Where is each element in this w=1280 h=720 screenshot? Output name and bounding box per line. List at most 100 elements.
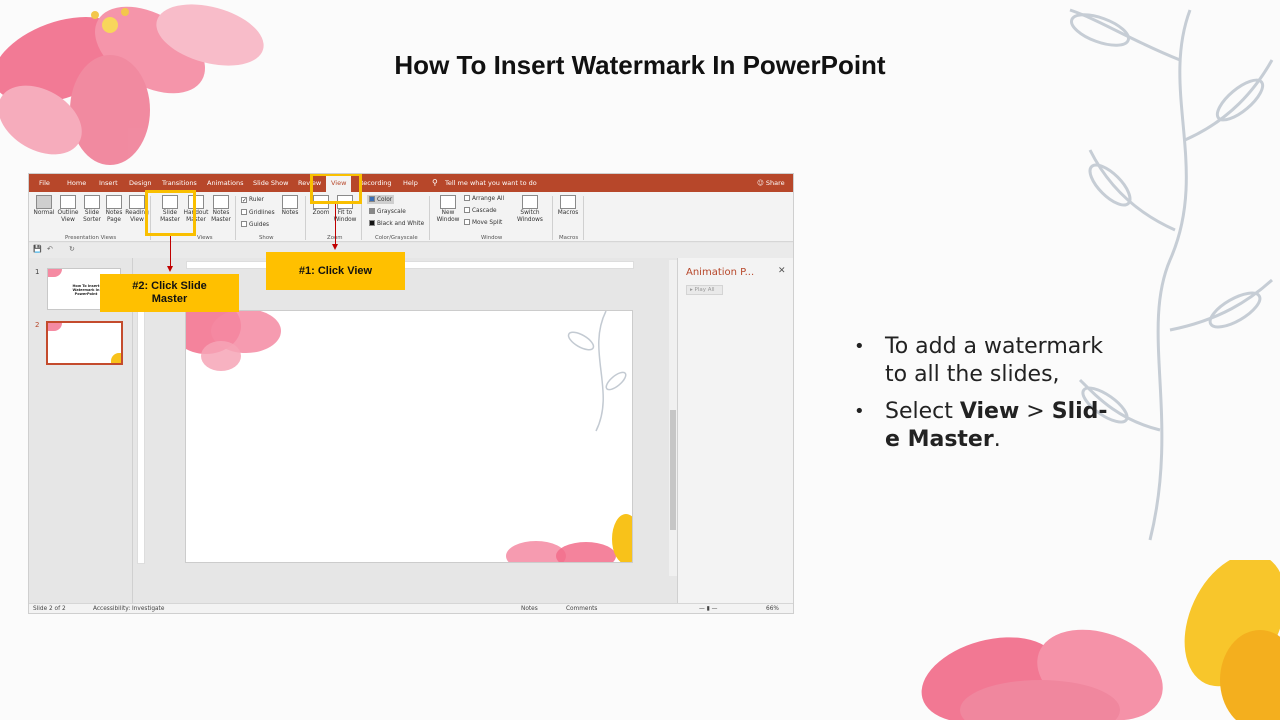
scroll-thumb[interactable] xyxy=(670,410,676,530)
zoom-level: 66% xyxy=(766,606,779,612)
close-icon[interactable]: ✕ xyxy=(778,266,786,276)
thumbnail-flower xyxy=(111,353,121,363)
macros-group-label: Macros xyxy=(559,235,579,241)
move-split-label: Move Split xyxy=(472,220,503,226)
move-split-icon xyxy=(464,219,470,225)
color-label: Color xyxy=(377,197,393,203)
cascade-label: Cascade xyxy=(472,208,497,214)
guides-checkbox[interactable]: Guides xyxy=(241,221,269,228)
tab-file[interactable]: File xyxy=(39,179,50,187)
move-split-button[interactable]: Move Split xyxy=(464,219,502,226)
instruction-bullet: • To add a watermark to all the slides, xyxy=(852,333,1112,389)
instruction-list: • To add a watermark to all the slides, … xyxy=(852,333,1112,463)
tab-animations[interactable]: Animations xyxy=(207,179,244,187)
bullet-dot: • xyxy=(854,401,865,422)
ribbon-separator xyxy=(583,196,584,240)
cascade-button[interactable]: Cascade xyxy=(464,207,497,214)
tab-help[interactable]: Help xyxy=(403,179,418,187)
ribbon-tab-bar: File Home Insert Design Transitions Anim… xyxy=(29,174,793,192)
bullet-separator: > xyxy=(1019,399,1052,424)
accessibility-status[interactable]: Accessibility: Investigate xyxy=(93,606,164,612)
bullet-bold-view: View xyxy=(959,399,1020,424)
notes-page-button[interactable]: Notes Page xyxy=(103,195,125,224)
new-window-icon xyxy=(440,195,456,209)
quick-access-toolbar: 💾 ↶ ↻ xyxy=(29,243,793,258)
click-view-callout: #1: Click View xyxy=(266,252,405,290)
share-button[interactable]: ☺ Share xyxy=(757,179,785,187)
notes-master-label: Notes Master xyxy=(211,210,231,223)
notes-toggle-button[interactable]: Notes xyxy=(279,195,301,217)
bullet-text: To add a watermark to all the slides, xyxy=(885,334,1104,387)
click-slide-master-callout: #2: Click Slide Master xyxy=(100,274,239,312)
notes-page-label: Notes Page xyxy=(105,210,123,223)
animation-pane-title: Animation P... xyxy=(686,267,755,278)
switch-windows-button[interactable]: Switch Windows xyxy=(513,195,547,224)
outline-view-button[interactable]: Outline View xyxy=(56,195,80,224)
play-all-label: Play All xyxy=(694,287,715,293)
slide-sorter-button[interactable]: Slide Sorter xyxy=(80,195,104,224)
notes-toggle-label: Notes xyxy=(281,210,299,216)
checkbox-checked-icon: ✓ xyxy=(241,197,247,204)
view-arrow xyxy=(335,204,336,244)
gridlines-checkbox[interactable]: Gridlines xyxy=(241,209,275,216)
outline-view-icon xyxy=(60,195,76,209)
tab-design[interactable]: Design xyxy=(129,179,151,187)
redo-icon[interactable]: ↻ xyxy=(69,245,75,253)
cascade-icon xyxy=(464,207,470,213)
notes-master-button[interactable]: Notes Master xyxy=(209,195,233,224)
checkbox-icon xyxy=(241,209,247,215)
show-group-label: Show xyxy=(259,235,274,241)
new-window-button[interactable]: New Window xyxy=(433,195,463,224)
bullet-period: . xyxy=(993,427,1001,452)
slide-number: 1 xyxy=(35,268,40,276)
tab-recording[interactable]: Recording xyxy=(359,179,392,187)
guides-label: Guides xyxy=(249,222,270,228)
vertical-scrollbar[interactable] xyxy=(669,260,677,576)
normal-view-button[interactable]: Normal xyxy=(32,195,56,217)
flower-top-left-decoration xyxy=(0,4,264,165)
outline-label: Outline View xyxy=(57,210,79,223)
zoom-slider[interactable]: — ▮ — xyxy=(699,606,717,612)
ribbon-separator xyxy=(235,196,236,240)
view-arrowhead-icon xyxy=(332,244,338,250)
page-title: How To Insert Watermark In PowerPoint xyxy=(394,50,886,80)
save-icon[interactable]: 💾 xyxy=(33,245,42,253)
vertical-ruler xyxy=(137,309,145,564)
window-group-label: Window xyxy=(481,235,503,241)
presentation-views-group-label: Presentation Views xyxy=(65,235,117,241)
tell-me-search[interactable]: Tell me what you want to do xyxy=(445,179,537,187)
tab-transitions[interactable]: Transitions xyxy=(162,179,197,187)
comments-button[interactable]: Comments xyxy=(566,606,597,612)
tab-slide-show[interactable]: Slide Show xyxy=(253,179,288,187)
grayscale-swatch-icon xyxy=(369,208,375,214)
undo-icon[interactable]: ↶ xyxy=(47,245,53,253)
tab-insert[interactable]: Insert xyxy=(99,179,118,187)
color-swatch-icon xyxy=(369,196,375,202)
slide-thumbnail-2[interactable] xyxy=(46,321,123,365)
notes-icon xyxy=(282,195,298,209)
bw-swatch-icon xyxy=(369,220,375,226)
arrange-all-button[interactable]: Arrange All xyxy=(464,195,504,202)
reading-view-icon xyxy=(129,195,145,209)
bullet-dot: • xyxy=(854,336,865,357)
status-bar: Slide 2 of 2 Accessibility: Investigate … xyxy=(29,603,793,613)
ribbon-separator xyxy=(305,196,306,240)
play-all-button[interactable]: ▸ Play All xyxy=(686,285,723,295)
bullet-text: Select xyxy=(885,399,960,424)
ribbon-separator xyxy=(552,196,553,240)
thumbnail-flower xyxy=(48,269,62,277)
color-button[interactable]: Color xyxy=(367,195,395,204)
normal-view-icon xyxy=(36,195,52,209)
notes-button[interactable]: Notes xyxy=(521,606,538,612)
macros-icon xyxy=(560,195,576,209)
fit-to-window-label: Fit to Window xyxy=(333,210,357,223)
slide-sorter-icon xyxy=(84,195,100,209)
grayscale-button[interactable]: Grayscale xyxy=(369,208,406,215)
ruler-checkbox[interactable]: ✓ Ruler xyxy=(241,197,264,204)
black-and-white-button[interactable]: Black and White xyxy=(369,220,424,227)
tab-home[interactable]: Home xyxy=(67,179,86,187)
slide-canvas[interactable] xyxy=(185,310,633,563)
powerpoint-screenshot: File Home Insert Design Transitions Anim… xyxy=(28,173,794,614)
slide-master-arrow xyxy=(170,236,171,266)
macros-button[interactable]: Macros xyxy=(556,195,580,217)
